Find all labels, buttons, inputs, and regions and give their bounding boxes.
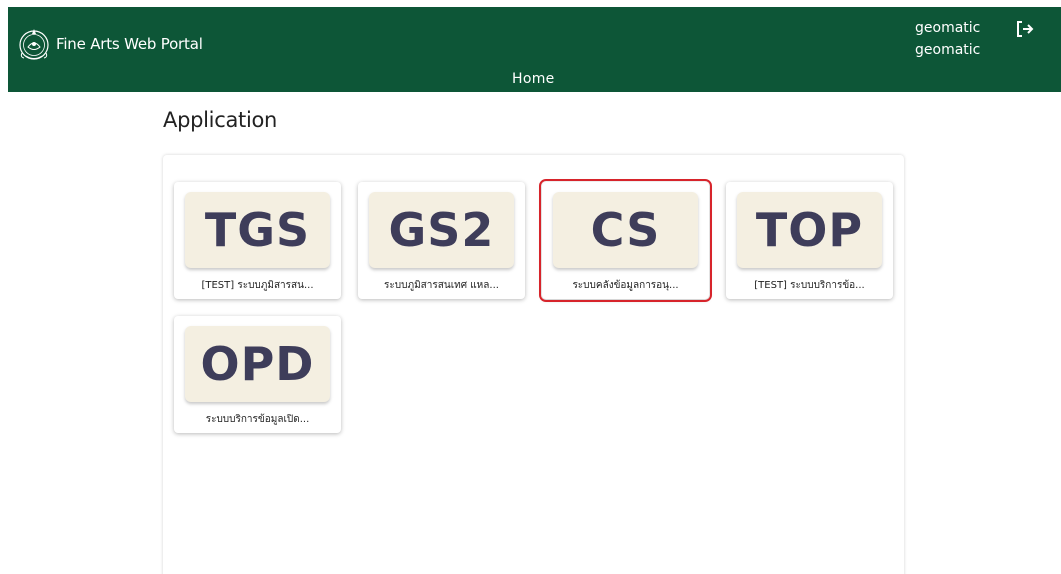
page-title: Application: [163, 108, 278, 132]
nav-home-link[interactable]: Home: [512, 71, 555, 87]
app-name: ระบบบริการข้อมูลเปิด...: [205, 414, 310, 425]
app-name: [TEST] ระบบบริการข้อ...: [754, 280, 865, 291]
app-card-cs[interactable]: CS ระบบคลังข้อมูลการอนุ...: [539, 179, 712, 302]
fine-arts-emblem-icon: [19, 29, 49, 60]
app-code: TGS: [204, 203, 311, 257]
app-card-gs2[interactable]: GS2 ระบบภูมิสารสนเทศ แหล...: [358, 182, 525, 299]
top-navbar: Fine Arts Web Portal Home geomatic geoma…: [8, 7, 1061, 92]
user-name-line2: geomatic: [915, 42, 981, 58]
brand-link[interactable]: Fine Arts Web Portal: [16, 26, 203, 62]
app-name: ระบบภูมิสารสนเทศ แหล...: [384, 280, 499, 291]
app-tile: TGS: [185, 192, 330, 268]
logout-icon[interactable]: [1015, 19, 1035, 39]
user-info: geomatic geomatic: [915, 17, 980, 61]
app-card-tgs[interactable]: TGS [TEST] ระบบภูมิสารสน...: [174, 182, 341, 299]
app-name: ระบบคลังข้อมูลการอนุ...: [572, 280, 679, 291]
app-tile: OPD: [185, 326, 330, 402]
app-code: OPD: [200, 337, 315, 391]
app-tile: CS: [553, 192, 698, 268]
app-tile: GS2: [369, 192, 514, 268]
app-name: [TEST] ระบบภูมิสารสน...: [201, 280, 314, 291]
application-panel: TGS [TEST] ระบบภูมิสารสน... GS2 ระบบภูมิ…: [163, 155, 904, 574]
app-card-top[interactable]: TOP [TEST] ระบบบริการข้อ...: [726, 182, 893, 299]
app-tile: TOP: [737, 192, 882, 268]
brand-title: Fine Arts Web Portal: [56, 35, 203, 53]
app-code: GS2: [388, 203, 495, 257]
app-card-opd[interactable]: OPD ระบบบริการข้อมูลเปิด...: [174, 316, 341, 433]
app-code: CS: [590, 203, 661, 257]
app-code: TOP: [755, 203, 864, 257]
page: Fine Arts Web Portal Home geomatic geoma…: [0, 0, 1061, 574]
user-name-line1: geomatic: [915, 20, 981, 36]
